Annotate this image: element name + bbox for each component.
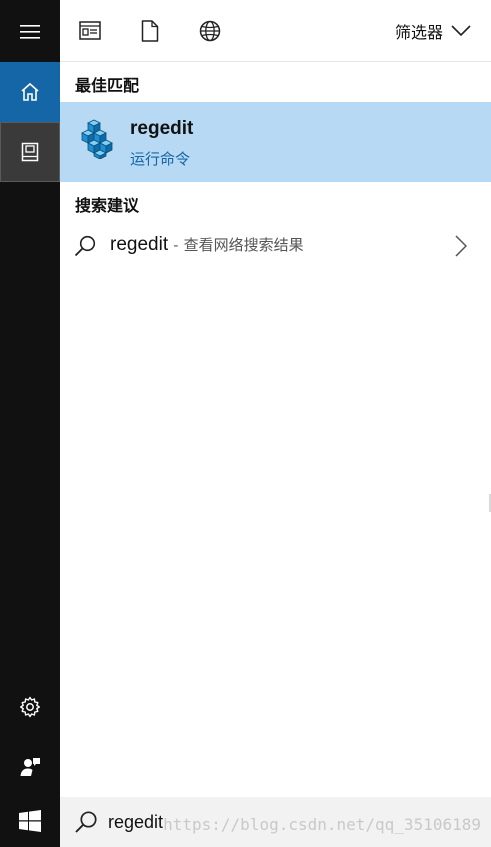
scope-toolbar: 筛选器 xyxy=(60,0,491,62)
menu-button[interactable] xyxy=(0,2,60,62)
chevron-right-icon[interactable] xyxy=(455,235,467,257)
best-match-heading: 最佳匹配 xyxy=(75,78,140,95)
suggestion-meta: 查看网络搜索结果 xyxy=(183,237,304,254)
watermark-url: https://blog.csdn.net/qq_35106189 xyxy=(163,815,481,834)
windows-search-panel: 筛选器 最佳匹配 regedit 运行命令 搜索建议 regedit - 查看网… xyxy=(0,0,491,847)
gear-icon xyxy=(20,696,40,718)
best-match-name: regedit xyxy=(130,118,194,139)
globe-icon xyxy=(199,20,221,42)
windows-logo-icon xyxy=(19,810,41,832)
filter-label: 筛选器 xyxy=(394,25,443,42)
search-box[interactable]: https://blog.csdn.net/qq_35106189 xyxy=(60,797,491,847)
home-button[interactable] xyxy=(0,62,60,122)
suggestion-separator: - xyxy=(173,237,179,254)
home-icon xyxy=(21,82,39,101)
filter-dropdown[interactable]: 筛选器 xyxy=(395,18,471,44)
search-icon xyxy=(74,235,96,257)
apps-icon xyxy=(79,21,101,40)
chevron-down-icon xyxy=(451,25,471,37)
suggestion-query: regedit xyxy=(110,234,169,255)
suggestions-heading: 搜索建议 xyxy=(75,198,140,215)
web-suggestion-item[interactable]: regedit - 查看网络搜索结果 xyxy=(60,222,491,270)
left-rail xyxy=(0,0,60,847)
search-box-icon xyxy=(75,811,97,833)
hamburger-icon xyxy=(20,25,40,39)
document-icon xyxy=(141,20,159,42)
user-feedback-icon xyxy=(20,758,40,776)
settings-button[interactable] xyxy=(0,677,60,737)
notebook-icon xyxy=(21,142,39,162)
registry-editor-icon xyxy=(81,119,113,159)
best-match-subtitle: 运行命令 xyxy=(130,151,191,168)
web-scope-button[interactable] xyxy=(196,17,224,45)
best-match-result[interactable]: regedit 运行命令 xyxy=(60,102,491,182)
feedback-button[interactable] xyxy=(0,737,60,797)
suggestion-text: regedit - 查看网络搜索结果 xyxy=(110,234,304,256)
documents-scope-button[interactable] xyxy=(136,17,164,45)
notebook-button[interactable] xyxy=(0,122,60,182)
apps-scope-button[interactable] xyxy=(76,17,104,45)
start-button[interactable] xyxy=(0,795,60,847)
